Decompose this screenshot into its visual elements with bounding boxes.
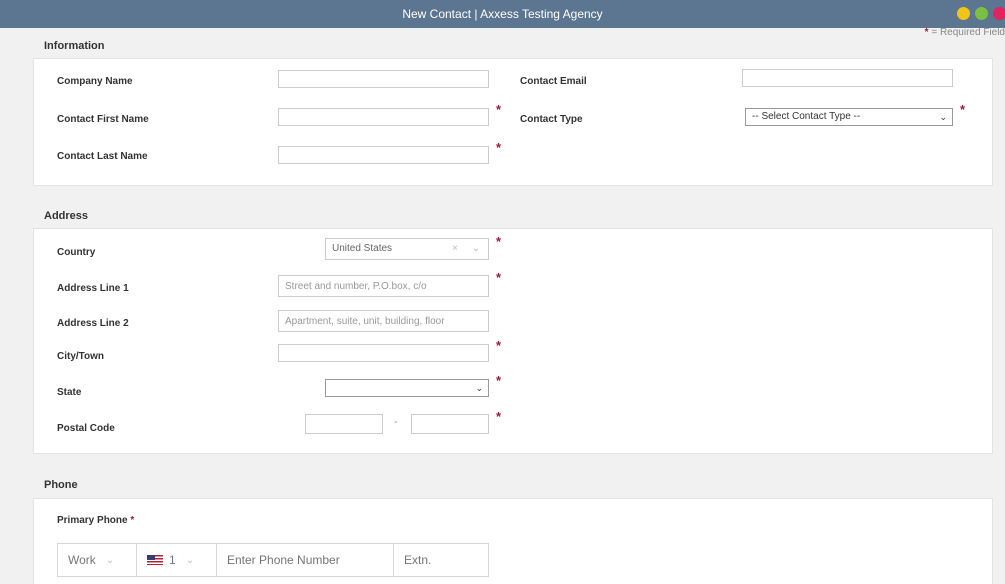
required-star: * — [496, 270, 502, 285]
phone-extension-input[interactable] — [394, 544, 488, 576]
required-star: * — [496, 102, 502, 117]
contact-email-input[interactable] — [742, 69, 953, 87]
close-icon[interactable] — [993, 7, 1005, 20]
postal-code-label: Postal Code — [57, 423, 115, 434]
primary-phone-row: Work ⌄ 1 ⌄ — [57, 543, 489, 577]
maximize-icon[interactable] — [975, 7, 988, 20]
required-star: * — [496, 234, 502, 249]
required-star: * — [496, 373, 502, 388]
phone-type-select[interactable]: Work ⌄ — [58, 544, 137, 576]
address-line-2-input[interactable] — [278, 310, 489, 332]
chevron-down-icon: ⌄ — [939, 112, 947, 122]
required-star: * — [130, 515, 135, 526]
primary-phone-label: Primary Phone * — [57, 515, 135, 526]
address-card — [33, 228, 993, 454]
chevron-down-icon: ⌄ — [105, 554, 115, 566]
country-select[interactable]: United States × ⌄ — [325, 238, 489, 260]
contact-first-name-input[interactable] — [278, 108, 489, 126]
contact-email-label: Contact Email — [520, 76, 587, 87]
required-star: * — [496, 338, 502, 353]
chevron-down-icon: ⌄ — [475, 383, 483, 393]
country-label: Country — [57, 247, 96, 258]
contact-last-name-input[interactable] — [278, 146, 489, 164]
contact-type-select[interactable]: -- Select Contact Type -- ⌄ — [745, 108, 953, 126]
section-heading-address: Address — [44, 210, 89, 222]
contact-first-name-label: Contact First Name — [57, 114, 149, 125]
company-name-input[interactable] — [278, 70, 489, 88]
required-star: * — [960, 102, 966, 117]
address-line-2-label: Address Line 2 — [57, 318, 129, 329]
contact-last-name-label: Contact Last Name — [57, 151, 148, 162]
clear-icon[interactable]: × — [452, 239, 458, 259]
contact-type-value: -- Select Contact Type -- — [752, 111, 861, 122]
required-field-note: * = Required Field — [924, 27, 1005, 38]
postal-code-extension-input[interactable] — [411, 414, 489, 434]
phone-country-code-select[interactable]: 1 ⌄ — [137, 544, 217, 576]
city-town-input[interactable] — [278, 344, 489, 362]
city-town-label: City/Town — [57, 351, 105, 362]
required-star: * — [496, 409, 502, 424]
country-value: United States — [332, 243, 393, 254]
phone-number-input[interactable] — [217, 544, 394, 576]
section-heading-phone: Phone — [44, 479, 78, 491]
required-star: * — [496, 140, 502, 155]
address-line-1-input[interactable] — [278, 275, 489, 297]
minimize-icon[interactable] — [957, 7, 970, 20]
postal-code-separator: - — [394, 416, 398, 428]
chevron-down-icon: ⌄ — [471, 243, 480, 254]
state-select[interactable]: ⌄ — [325, 379, 489, 397]
company-name-label: Company Name — [57, 76, 133, 87]
chevron-down-icon: ⌄ — [185, 554, 195, 566]
section-heading-information: Information — [44, 40, 105, 52]
us-flag-icon — [147, 555, 163, 565]
address-line-1-label: Address Line 1 — [57, 283, 129, 294]
state-label: State — [57, 387, 82, 398]
window-titlebar: New Contact | Axxess Testing Agency — [0, 0, 1005, 28]
postal-code-input[interactable] — [305, 414, 383, 434]
contact-type-label: Contact Type — [520, 114, 583, 125]
window-title: New Contact | Axxess Testing Agency — [402, 7, 603, 21]
